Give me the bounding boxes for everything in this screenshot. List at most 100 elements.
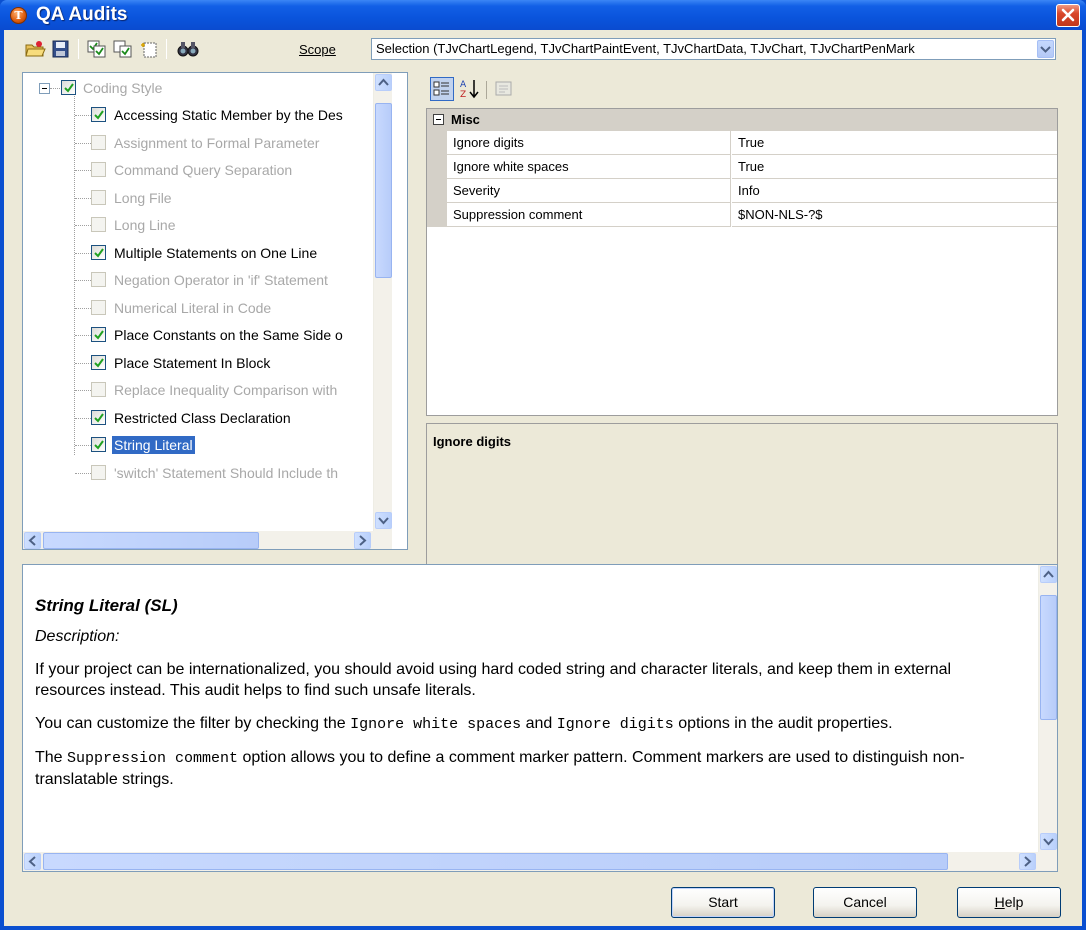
toolbar: Scope Selection (TJvChartLegend, TJvChar… — [4, 30, 1082, 68]
title-bar[interactable]: T QA Audits — [0, 0, 1086, 30]
open-folder-icon — [25, 41, 46, 57]
unchecked-checkbox[interactable] — [91, 382, 106, 397]
code-run: Suppression comment — [67, 750, 239, 767]
collapse-icon[interactable] — [39, 83, 50, 94]
tree-item[interactable]: Place Statement In Block — [23, 350, 373, 377]
tree-item[interactable]: Restricted Class Declaration — [23, 405, 373, 432]
audit-tree[interactable]: Coding Style Accessing Static Member by … — [22, 72, 408, 550]
property-value[interactable]: Info — [732, 179, 1057, 203]
tree-vertical-scrollbar[interactable] — [373, 73, 392, 531]
tree-item[interactable]: Long File — [23, 185, 373, 212]
tree-connector — [75, 390, 91, 391]
unchecked-tree-icon — [113, 40, 132, 58]
save-button[interactable] — [50, 39, 72, 59]
unchecked-checkbox[interactable] — [91, 217, 106, 232]
close-button[interactable] — [1056, 4, 1080, 27]
description-heading: String Literal (SL) — [35, 596, 178, 615]
unchecked-checkbox[interactable] — [91, 464, 106, 480]
property-pages-button[interactable] — [492, 77, 516, 101]
property-row[interactable]: Ignore digits True — [427, 131, 1057, 155]
tree-item[interactable]: Replace Inequality Comparison with — [23, 377, 373, 404]
checked-checkbox[interactable] — [91, 327, 106, 342]
scroll-left-button[interactable] — [24, 853, 41, 870]
property-value[interactable]: $NON-NLS-?$ — [732, 203, 1057, 227]
new-set-button[interactable] — [138, 39, 160, 59]
unchecked-checkbox[interactable] — [91, 134, 106, 150]
dialog-body: Scope Selection (TJvChartLegend, TJvChar… — [4, 30, 1082, 926]
scope-dropdown[interactable]: Selection (TJvChartLegend, TJvChartPaint… — [371, 38, 1056, 60]
scroll-thumb[interactable] — [43, 532, 259, 549]
checked-checkbox[interactable] — [91, 354, 106, 370]
property-row[interactable]: Suppression comment $NON-NLS-?$ — [427, 203, 1057, 227]
start-button[interactable]: Start — [671, 887, 775, 918]
tree-connector — [75, 142, 91, 144]
tree-item-label: Accessing Static Member by the Des — [114, 107, 343, 123]
tree-item[interactable]: Negation Operator in 'if' Statement — [23, 267, 373, 294]
collapse-icon[interactable] — [433, 114, 444, 125]
checked-checkbox[interactable] — [91, 437, 106, 452]
categorized-button[interactable] — [430, 77, 454, 101]
scroll-right-button[interactable] — [354, 532, 371, 549]
tree-item[interactable]: Place Constants on the Same Side o — [23, 322, 373, 349]
scroll-down-button[interactable] — [1040, 833, 1057, 850]
check-all-button[interactable] — [86, 39, 108, 59]
uncheck-all-button[interactable] — [112, 39, 134, 59]
tree-item[interactable]: String Literal — [23, 432, 373, 459]
categorized-icon — [433, 81, 449, 96]
tree-item[interactable]: 'switch' Statement Should Include th — [23, 460, 373, 487]
tree-horizontal-scrollbar[interactable] — [23, 531, 392, 549]
svg-text:A: A — [460, 80, 467, 90]
property-gutter — [427, 203, 447, 227]
tree-connector — [75, 115, 91, 116]
text-run: options in the audit properties. — [673, 715, 893, 732]
tree-item-label: Restricted Class Declaration — [114, 409, 291, 426]
audit-description-pane[interactable]: String Literal (SL) Description: If your… — [22, 564, 1058, 872]
cancel-button[interactable]: Cancel — [813, 887, 917, 918]
property-value[interactable]: True — [732, 131, 1057, 155]
scroll-left-button[interactable] — [24, 532, 41, 549]
property-grid[interactable]: Misc Ignore digits True Ignore white space… — [426, 108, 1058, 416]
scroll-thumb[interactable] — [375, 103, 392, 278]
tree-item-label: Replace Inequality Comparison with — [114, 382, 338, 398]
tree-item[interactable]: Assignment to Formal Parameter — [23, 130, 373, 157]
unchecked-checkbox[interactable] — [91, 299, 106, 315]
scroll-up-button[interactable] — [1040, 566, 1057, 583]
tree-item[interactable]: Numerical Literal in Code — [23, 295, 373, 322]
property-value[interactable]: True — [732, 155, 1057, 179]
description-vertical-scrollbar[interactable] — [1038, 565, 1057, 852]
scroll-down-button[interactable] — [375, 512, 392, 529]
scroll-thumb[interactable] — [43, 853, 948, 870]
alphabetical-button[interactable]: A Z — [458, 77, 482, 101]
text-run: The — [35, 749, 68, 766]
unchecked-checkbox[interactable] — [91, 162, 106, 177]
unchecked-checkbox[interactable] — [91, 272, 106, 287]
checked-checkbox[interactable] — [91, 244, 106, 260]
property-row[interactable]: Severity Info — [427, 179, 1057, 203]
text-run: You can customize the filter by checking… — [35, 715, 351, 732]
tree-connector — [75, 225, 91, 226]
unchecked-checkbox[interactable] — [91, 189, 106, 205]
tree-root-coding-style[interactable]: Coding Style — [23, 75, 373, 102]
tree-item[interactable]: Command Query Separation — [23, 157, 373, 184]
property-row[interactable]: Ignore white spaces True — [427, 155, 1057, 179]
scroll-thumb[interactable] — [1040, 595, 1057, 720]
open-profile-button[interactable] — [24, 39, 46, 59]
tree-item[interactable]: Accessing Static Member by the Des — [23, 102, 373, 129]
tree-connector — [75, 170, 91, 171]
checked-tree-icon — [87, 40, 106, 58]
property-help-title: Ignore digits — [433, 434, 511, 449]
tree-item[interactable]: Long Line — [23, 212, 373, 239]
app-icon: T — [10, 7, 27, 24]
checkbox[interactable] — [61, 80, 76, 95]
scroll-up-button[interactable] — [375, 74, 392, 91]
checked-checkbox[interactable] — [91, 409, 106, 425]
help-button[interactable]: Help — [957, 887, 1061, 918]
checked-checkbox[interactable] — [91, 107, 106, 122]
description-horizontal-scrollbar[interactable] — [23, 852, 1057, 871]
category-row-misc[interactable]: Misc — [427, 109, 1057, 131]
tree-item[interactable]: Multiple Statements on One Line — [23, 240, 373, 267]
chevron-down-icon[interactable] — [1037, 40, 1054, 58]
find-button[interactable] — [176, 39, 199, 59]
description-content: String Literal (SL) Description: If your… — [35, 595, 1025, 802]
scroll-right-button[interactable] — [1019, 853, 1036, 870]
